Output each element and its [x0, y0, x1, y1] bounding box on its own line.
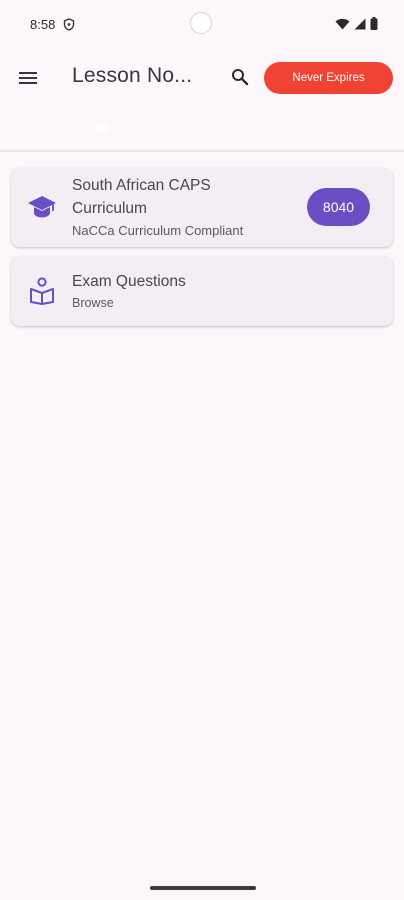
divider [0, 150, 404, 152]
card-subtitle: Browse [72, 296, 114, 310]
signal-icon [354, 17, 366, 35]
never-expires-button[interactable]: Never Expires [264, 62, 393, 94]
battery-icon [370, 17, 378, 35]
reading-person-icon [27, 276, 57, 306]
graduation-cap-icon [27, 192, 57, 222]
wifi-icon [335, 17, 350, 35]
menu-icon[interactable] [14, 64, 42, 92]
card-subtitle: NaCCa Curriculum Compliant [72, 223, 244, 238]
card-title: South African CAPS Curriculum [72, 177, 211, 217]
status-icons [335, 17, 378, 35]
camera-cutout [190, 12, 212, 34]
status-bar: 8:58 [0, 0, 404, 50]
shield-icon [63, 18, 75, 31]
status-time: 8:58 [30, 17, 56, 32]
gesture-nav-handle[interactable] [150, 886, 256, 890]
search-icon[interactable] [227, 64, 253, 90]
page-title: Lesson No... [72, 64, 193, 87]
app-bar: Lesson No... Never Expires [0, 52, 404, 104]
decorative-dot [95, 122, 107, 134]
card-title: Exam Questions [72, 273, 186, 290]
card-exam-questions[interactable]: Exam Questions Browse [11, 256, 393, 326]
card-caps-curriculum[interactable]: South African CAPS Curriculum NaCCa Curr… [11, 168, 393, 247]
count-badge: 8040 [307, 188, 370, 226]
